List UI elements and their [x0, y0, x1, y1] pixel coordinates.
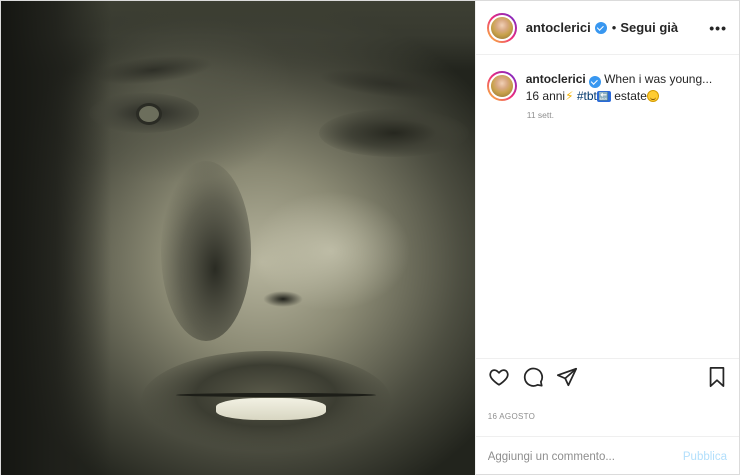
caption-username-link[interactable]: antoclerici	[526, 72, 586, 86]
photo-eye-right	[319, 109, 469, 157]
post-sidebar: antoclerici • Segui già ••• antoclerici …	[474, 1, 739, 475]
bolt-emoji-icon: ⚡	[565, 89, 574, 103]
caption-timestamp[interactable]: 11 sett.	[527, 110, 727, 120]
caption-row: antoclerici When i was young... 16 anni⚡…	[486, 71, 727, 104]
photo-lip-line	[176, 393, 376, 397]
avatar-image	[488, 14, 515, 41]
post-header: antoclerici • Segui già •••	[475, 1, 739, 55]
caption-avatar[interactable]	[486, 71, 517, 101]
verified-badge-icon	[594, 21, 607, 34]
smile-emoji-icon	[646, 90, 659, 102]
hashtag-link[interactable]: #tbt	[577, 89, 597, 103]
add-comment-bar: Pubblica	[475, 436, 739, 475]
username-link[interactable]: antoclerici	[526, 20, 591, 35]
share-icon[interactable]	[556, 366, 578, 388]
publish-button[interactable]: Pubblica	[683, 451, 727, 463]
caption-verified-badge-icon	[588, 76, 601, 88]
caption-text: antoclerici When i was young... 16 anni⚡…	[526, 71, 716, 104]
photo-eye-left	[89, 93, 199, 133]
separator-dot: •	[611, 20, 617, 35]
photo-nose	[161, 161, 251, 341]
avatar[interactable]	[486, 12, 517, 43]
post-photo[interactable]	[1, 1, 475, 475]
photo-nostril	[263, 291, 303, 307]
comment-icon[interactable]	[522, 366, 544, 388]
comments-area: antoclerici When i was young... 16 anni⚡…	[476, 55, 739, 358]
caption-text-part2: estate	[610, 89, 647, 103]
action-bar	[475, 358, 739, 394]
comment-input[interactable]	[487, 450, 683, 463]
bookmark-icon[interactable]	[707, 366, 727, 388]
caption-avatar-image	[488, 73, 515, 99]
back-emoji-icon: 🔙	[596, 91, 611, 102]
heart-icon[interactable]	[488, 366, 510, 388]
post-date[interactable]: 16 AGOSTO	[476, 394, 739, 436]
instagram-post: antoclerici • Segui già ••• antoclerici …	[0, 0, 740, 475]
photo-teeth	[216, 398, 326, 420]
photo-iris	[139, 106, 159, 122]
following-button[interactable]: Segui già	[620, 20, 678, 35]
more-options-icon[interactable]: •••	[709, 20, 727, 36]
